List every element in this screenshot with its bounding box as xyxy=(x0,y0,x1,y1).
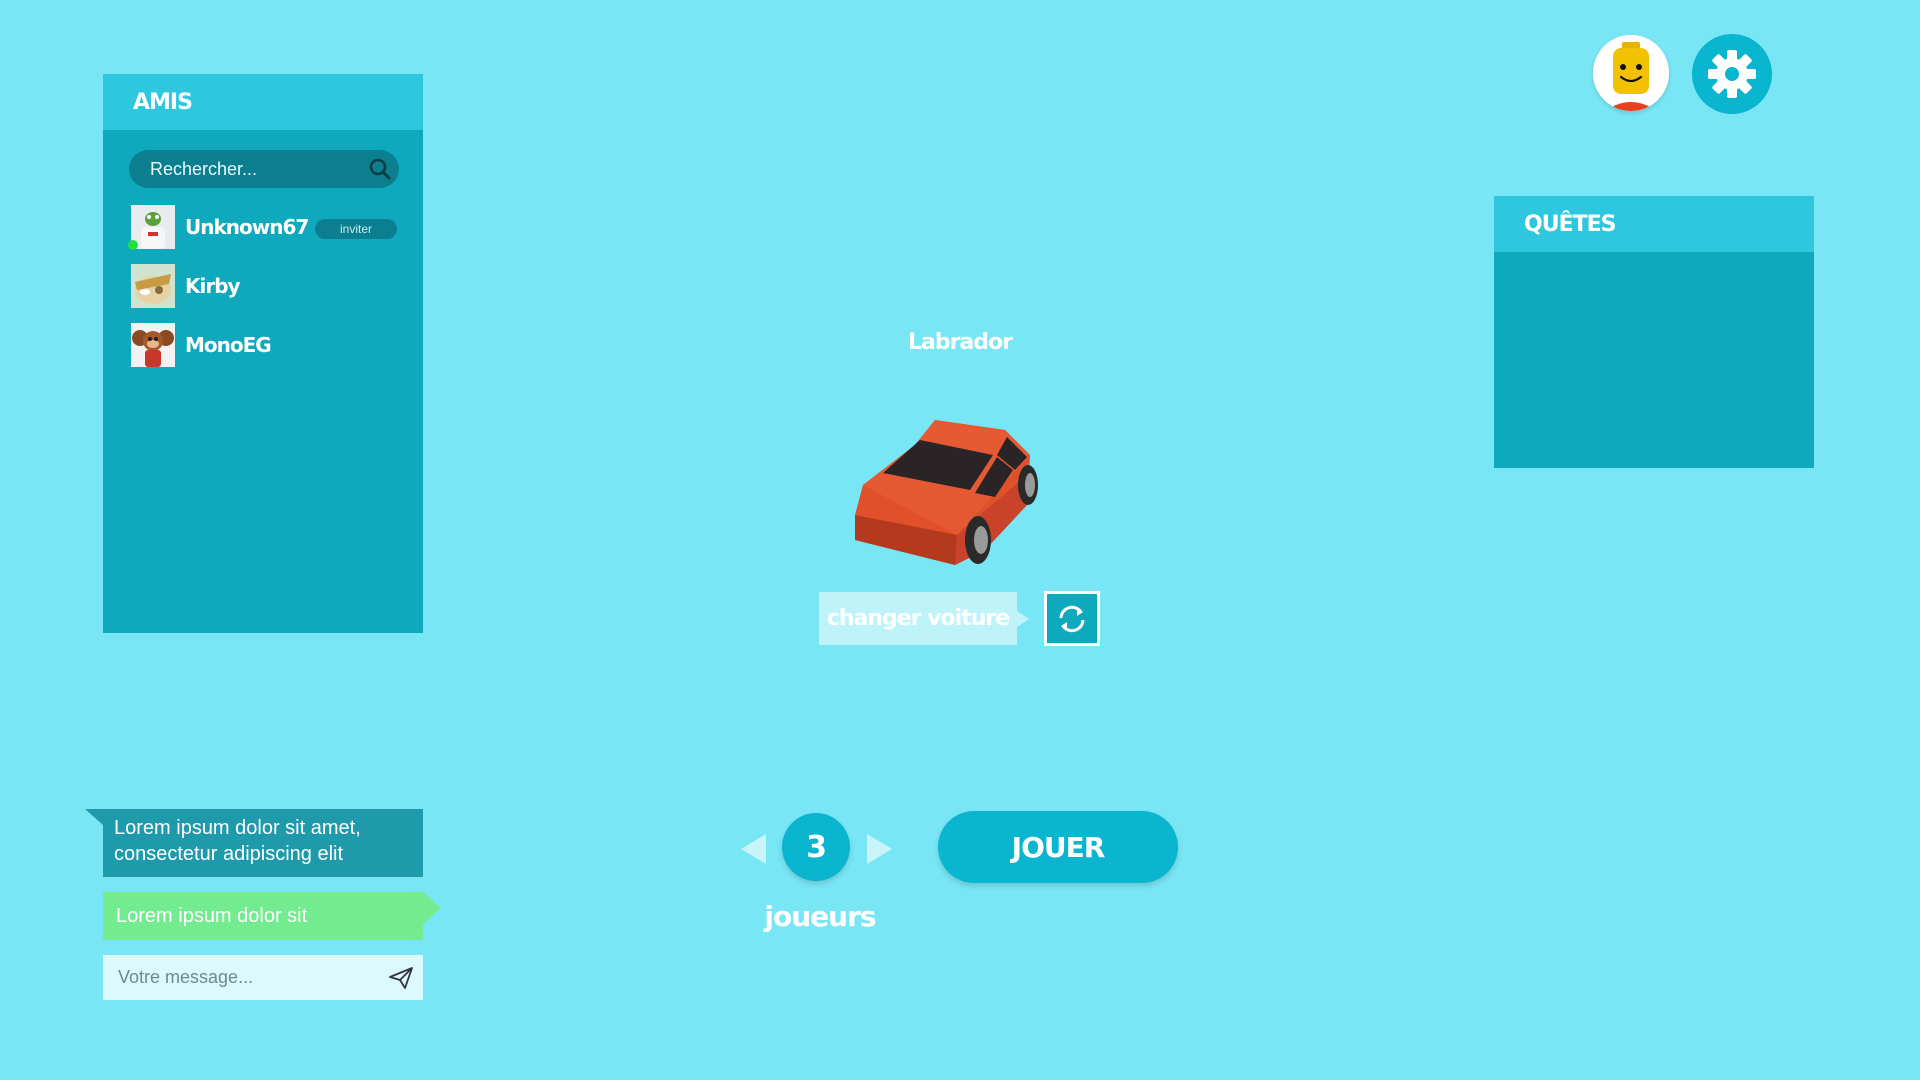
quests-panel: QUÊTES xyxy=(1494,196,1814,468)
friend-avatar-monoeg xyxy=(131,323,175,367)
friend-item-kirby[interactable]: Kirby xyxy=(131,264,401,308)
settings-button[interactable] xyxy=(1692,34,1772,114)
play-button[interactable]: JOUER xyxy=(938,811,1178,883)
friend-avatar-kirby xyxy=(131,264,175,308)
friend-item-monoeg[interactable]: MonoEG xyxy=(131,323,401,367)
send-icon[interactable] xyxy=(379,955,423,1000)
profile-avatar-button[interactable] xyxy=(1593,35,1669,111)
invite-button[interactable]: inviter xyxy=(315,219,397,239)
friend-name: Kirby xyxy=(185,274,241,298)
gear-icon xyxy=(1708,50,1756,98)
friend-search-input[interactable] xyxy=(129,157,361,181)
online-status-dot xyxy=(128,240,138,250)
lego-head-icon xyxy=(1593,35,1669,111)
friend-search-bar xyxy=(129,150,399,188)
car-image xyxy=(855,420,1038,565)
friend-item-unknown67[interactable]: Unknown67 inviter xyxy=(128,205,401,250)
refresh-icon xyxy=(1059,605,1085,632)
player-count: 3 xyxy=(782,813,850,881)
chat-message-input[interactable] xyxy=(103,966,379,989)
friend-name: Unknown67 xyxy=(185,215,309,239)
car-preview xyxy=(845,375,1065,580)
friends-panel: AMIS Unknown67 inviter xyxy=(103,74,423,633)
friend-name: MonoEG xyxy=(185,333,272,357)
refresh-car-button[interactable] xyxy=(1044,591,1100,646)
search-icon[interactable] xyxy=(361,150,399,188)
quests-title: QUÊTES xyxy=(1494,196,1814,252)
car-name: Labrador xyxy=(907,330,1013,355)
chat-message-outgoing: Lorem ipsum dolor sit xyxy=(103,892,441,940)
chat-message-incoming: Lorem ipsum dolor sit amet, consectetur … xyxy=(85,809,423,877)
decrease-players-arrow-icon[interactable] xyxy=(741,834,766,864)
players-label: joueurs xyxy=(764,900,876,933)
change-car-button[interactable]: changer voiture xyxy=(819,592,1029,645)
chat-input-bar xyxy=(103,955,423,1000)
friends-title: AMIS xyxy=(103,74,423,130)
friend-avatar-unknown67 xyxy=(128,205,175,250)
increase-players-arrow-icon[interactable] xyxy=(867,834,892,864)
